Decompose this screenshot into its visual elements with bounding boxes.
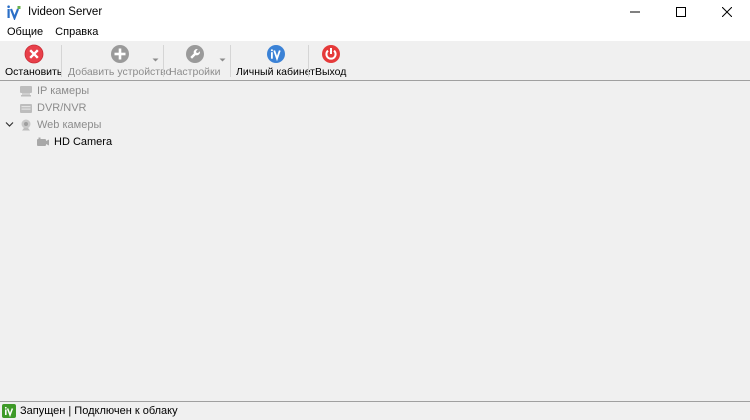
toolbar-separator [61,45,62,77]
toolbar-separator [163,45,164,77]
tree-item-web-cameras[interactable]: Web камеры [5,116,101,133]
chevron-down-icon[interactable] [5,120,14,129]
account-button[interactable]: Личный кабинет [236,43,315,79]
toolbar-separator [230,45,231,77]
wrench-icon [184,43,206,65]
window-title: Ivideon Server [28,6,103,18]
plus-icon [109,43,131,65]
toolbar-separator [308,45,309,77]
tree-label-hd-camera: HD Camera [54,135,113,148]
ip-camera-icon [19,84,33,98]
camera-icon [36,135,50,149]
settings-dropdown[interactable] [219,57,226,63]
maximize-button[interactable] [658,0,704,24]
settings-button[interactable]: Настройки [169,43,221,79]
status-ivideon-icon [2,404,16,418]
stop-button[interactable]: Остановить [5,43,62,79]
menu-bar: Общие Справка [0,24,750,41]
window-controls [612,0,750,24]
exit-label: Выход [315,66,347,78]
menu-general[interactable]: Общие [0,24,49,41]
tree-item-hd-camera[interactable]: HD Camera [36,133,112,150]
chevron-down-icon [152,58,159,62]
add-device-label: Добавить устройство [68,66,172,78]
app-logo-icon [6,4,22,20]
power-icon [320,43,342,65]
tree-item-dvr-nvr[interactable]: DVR/NVR [19,99,87,116]
tree-label-web-cameras: Web камеры [37,118,102,131]
minimize-button[interactable] [612,0,658,24]
dvr-icon [19,101,33,115]
chevron-down-icon [219,58,226,62]
ivideon-icon [265,43,287,65]
tree-label-dvr-nvr: DVR/NVR [37,101,87,114]
status-text: Запущен | Подключен к облаку [20,405,178,417]
account-label: Личный кабинет [236,66,315,78]
app-window: Ivideon Server Общие Справка Остановить … [0,0,750,420]
add-device-dropdown[interactable] [152,57,159,63]
menu-help[interactable]: Справка [49,24,104,41]
tree-item-ip-cameras[interactable]: IP камеры [19,82,89,99]
close-button[interactable] [704,0,750,24]
close-icon [722,7,732,17]
exit-button[interactable]: Выход [315,43,346,79]
minimize-icon [630,11,640,13]
stop-label: Остановить [5,66,63,78]
status-bar: Запущен | Подключен к облаку [0,401,750,420]
stop-icon [23,43,45,65]
tree-label-ip-cameras: IP камеры [37,84,90,97]
title-bar: Ivideon Server [0,0,750,24]
toolbar: Остановить Добавить устройство Настройки… [0,41,750,81]
maximize-icon [676,7,686,17]
settings-label: Настройки [169,66,221,78]
device-tree: IP камеры DVR/NVR Web камеры HD Camera [0,81,750,401]
webcam-icon [19,118,33,132]
